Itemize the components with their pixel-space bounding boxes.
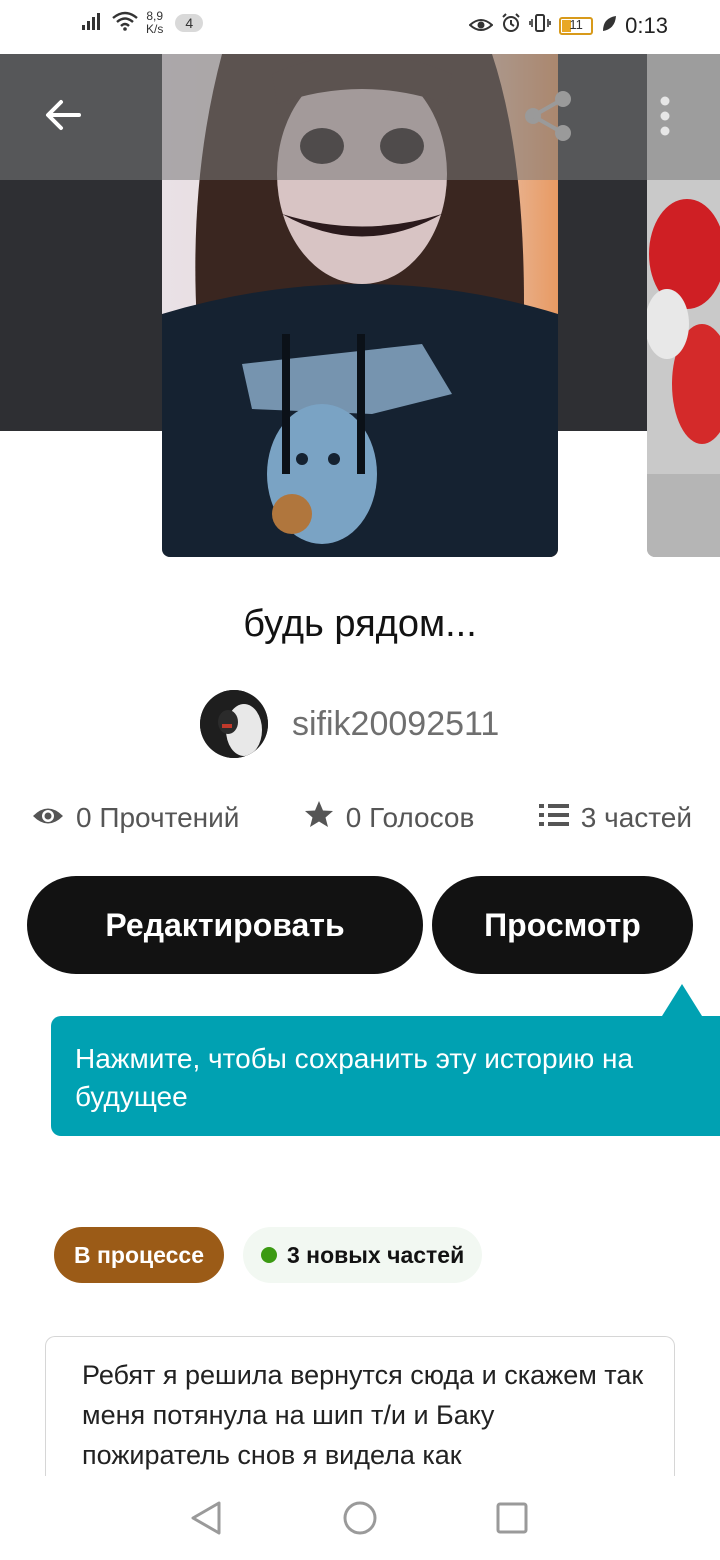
preview-button[interactable]: Просмотр <box>432 876 693 974</box>
arrow-left-icon <box>43 95 83 139</box>
share-button[interactable] <box>518 88 578 148</box>
network-speed-unit: K/s <box>146 22 164 36</box>
reads-stat: 0 Прочтений <box>32 802 239 834</box>
votes-stat: 0 Голосов <box>304 800 475 835</box>
votes-count: 0 Голосов <box>345 801 475 833</box>
more-options-button[interactable] <box>645 92 685 144</box>
description-text: Ребят я решила вернутся сюда и скажем та… <box>82 1360 644 1470</box>
toolbar <box>0 54 720 180</box>
back-button[interactable] <box>38 92 88 142</box>
circle-home-icon <box>342 1500 378 1540</box>
vibrate-icon <box>529 13 551 39</box>
reads-count: 0 Прочтений <box>76 801 240 833</box>
alarm-icon <box>501 13 521 39</box>
system-navigation-bar <box>0 1476 720 1560</box>
nav-home-button[interactable] <box>340 1500 380 1540</box>
status-right: 11 0:13 <box>468 13 668 39</box>
author-row[interactable]: sifik20092511 <box>200 690 499 758</box>
leaf-icon <box>601 13 617 39</box>
share-icon <box>521 89 575 147</box>
status-bar: 8,9 K/s 4 11 0:13 <box>0 0 720 54</box>
new-indicator-dot <box>261 1247 277 1263</box>
nav-back-button[interactable] <box>186 1500 226 1540</box>
list-icon <box>538 802 569 834</box>
eye-comfort-icon <box>468 13 494 39</box>
clock-time: 0:13 <box>625 13 668 38</box>
tooltip-arrow <box>662 984 702 1016</box>
cellular-signal-icon <box>82 12 104 34</box>
status-badge: В процессе <box>54 1227 224 1283</box>
new-parts-badge: 3 новых частей <box>243 1227 483 1283</box>
status-left: 8,9 K/s 4 <box>82 10 204 36</box>
network-speed: 8,9 K/s <box>146 10 163 36</box>
save-story-tooltip[interactable]: Нажмите, чтобы сохранить эту историю на … <box>51 1016 720 1136</box>
story-description[interactable]: Ребят я решила вернутся сюда и скажем та… <box>45 1336 675 1476</box>
parts-stat: 3 частей <box>538 801 692 834</box>
battery-icon: 11 <box>559 17 594 35</box>
author-name[interactable]: sifik20092511 <box>292 705 499 744</box>
more-vertical-icon <box>659 96 671 140</box>
edit-button[interactable]: Редактировать <box>27 876 423 974</box>
parts-count: 3 частей <box>580 801 692 833</box>
square-recents-icon <box>495 1501 529 1539</box>
star-icon <box>304 800 334 835</box>
new-parts-label: 3 новых частей <box>287 1241 465 1268</box>
story-stats: 0 Прочтений 0 Голосов 3 частей <box>32 800 692 835</box>
avatar[interactable] <box>200 690 268 758</box>
nav-recents-button[interactable] <box>492 1500 532 1540</box>
wifi-icon <box>112 11 138 35</box>
battery-level: 11 <box>569 17 583 32</box>
story-title: будь рядом... <box>243 603 477 645</box>
triangle-back-icon <box>189 1500 223 1540</box>
eye-icon <box>32 802 64 834</box>
tooltip-text: Нажмите, чтобы сохранить эту историю на … <box>75 1043 634 1112</box>
notification-count-badge: 4 <box>175 14 204 32</box>
